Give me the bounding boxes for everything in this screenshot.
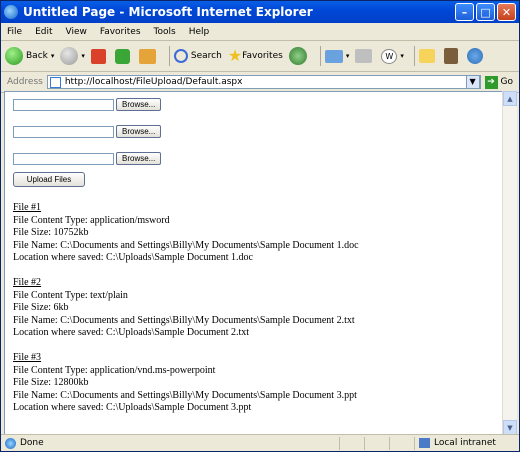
file-name: File Name: C:\Documents and Settings\Bil… (13, 314, 355, 326)
file-info-1: File #1 File Content Type: application/m… (13, 202, 359, 265)
file-size: File Size: 10752kb (13, 227, 89, 238)
go-arrow-icon: ➔ (484, 75, 498, 89)
file-info-2: File #2 File Content Type: text/plain Fi… (13, 277, 355, 340)
title-bar: Untitled Page - Microsoft Internet Explo… (1, 1, 519, 23)
refresh-icon (114, 48, 130, 64)
address-input[interactable]: http://localhost/FileUpload/Default.aspx… (46, 75, 481, 89)
search-label: Search (190, 51, 222, 61)
forward-arrow-icon (60, 47, 79, 65)
research-icon (443, 48, 458, 64)
file-name: File Name: C:\Documents and Settings\Bil… (13, 389, 357, 401)
page-done-icon (5, 437, 16, 449)
menu-view[interactable]: View (66, 27, 87, 37)
mail-button[interactable]: ▾ (324, 49, 349, 63)
star-icon: ★ (227, 46, 243, 65)
folder-icon (418, 49, 435, 63)
menu-edit[interactable]: Edit (35, 27, 52, 37)
toolbar: Back ▾ ▾ Search ★ Favorites ▾ W ▾ (1, 41, 519, 72)
refresh-button[interactable] (114, 48, 133, 64)
page-icon (49, 76, 61, 88)
back-label: Back (26, 51, 48, 61)
menu-file[interactable]: File (7, 27, 22, 37)
search-button[interactable]: Search (173, 49, 222, 63)
media-icon (288, 47, 307, 65)
file-saved-location: Location where saved: C:\Uploads\Sample … (13, 252, 253, 263)
printer-icon (355, 49, 373, 63)
home-icon (138, 48, 156, 64)
status-cell (339, 436, 364, 450)
toolbar-separator (319, 46, 321, 66)
minimize-button[interactable]: – (455, 3, 474, 21)
favorites-button[interactable]: ★ Favorites (228, 48, 283, 64)
intranet-icon (419, 438, 430, 448)
file-header: File #1 (13, 202, 42, 213)
messenger-icon (466, 48, 483, 64)
address-label: Address (7, 77, 43, 87)
scroll-up-icon[interactable]: ▲ (503, 91, 517, 106)
folder-button[interactable] (418, 49, 438, 63)
menu-favorites[interactable]: Favorites (100, 27, 141, 37)
browse-button-1[interactable]: Browse... (116, 98, 162, 111)
scroll-down-icon[interactable]: ▼ (503, 420, 517, 435)
zone-label: Local intranet (434, 438, 496, 448)
file-header: File #2 (13, 277, 42, 288)
browse-button-2[interactable]: Browse... (116, 125, 162, 138)
toolbar-separator (168, 46, 170, 66)
vertical-scrollbar[interactable]: ▲ ▼ (502, 91, 517, 435)
status-bar: Done Local intranet (1, 434, 519, 451)
file-saved-location: Location where saved: C:\Uploads\Sample … (13, 327, 250, 338)
file-path-input-1[interactable] (13, 98, 114, 111)
back-button[interactable]: Back ▾ (5, 47, 54, 65)
go-label: Go (500, 77, 513, 87)
forward-button[interactable]: ▾ (60, 47, 85, 65)
media-button[interactable] (288, 47, 310, 65)
back-arrow-icon (5, 47, 23, 65)
address-dropdown-icon[interactable]: ▼ (465, 75, 480, 89)
browse-button-3[interactable]: Browse... (116, 152, 162, 165)
home-button[interactable] (138, 48, 159, 64)
search-icon (173, 49, 188, 63)
file-upload-row-1: Browse... (13, 98, 162, 111)
menu-bar: File Edit View Favorites Tools Help (1, 23, 519, 41)
file-upload-row-3: Browse... (13, 152, 162, 165)
menu-tools[interactable]: Tools (154, 27, 176, 37)
upload-files-button[interactable]: Upload Files (13, 172, 85, 187)
toolbar-separator (413, 46, 415, 66)
page-content: Browse... Browse... Browse... Upload Fil… (4, 91, 504, 435)
address-bar: Address http://localhost/FileUpload/Defa… (1, 72, 519, 93)
status-text: Done (20, 438, 44, 448)
print-button[interactable] (355, 49, 375, 63)
security-zone: Local intranet (414, 436, 519, 450)
word-icon: W (381, 48, 398, 64)
mail-icon (324, 49, 343, 63)
file-content-type: File Content Type: application/msword (13, 214, 170, 226)
address-url: http://localhost/FileUpload/Default.aspx (64, 77, 243, 87)
messenger-button[interactable] (466, 48, 486, 64)
file-content-type: File Content Type: text/plain (13, 289, 128, 301)
file-header: File #3 (13, 352, 42, 363)
window-title: Untitled Page - Microsoft Internet Explo… (23, 5, 313, 19)
file-upload-row-2: Browse... (13, 125, 162, 138)
maximize-button[interactable]: □ (476, 3, 495, 21)
browser-window: Untitled Page - Microsoft Internet Explo… (0, 0, 520, 452)
file-path-input-2[interactable] (13, 125, 114, 138)
file-name: File Name: C:\Documents and Settings\Bil… (13, 239, 359, 251)
go-button[interactable]: ➔ Go (484, 75, 513, 89)
file-content-type: File Content Type: application/vnd.ms-po… (13, 364, 216, 376)
file-size: File Size: 12800kb (13, 377, 89, 388)
status-cell (364, 436, 389, 450)
edit-button[interactable]: W ▾ (381, 48, 404, 64)
close-button[interactable]: ✕ (497, 3, 516, 21)
stop-icon (90, 48, 106, 64)
status-cell (389, 436, 414, 450)
research-button[interactable] (443, 48, 461, 64)
file-path-input-3[interactable] (13, 152, 114, 165)
file-saved-location: Location where saved: C:\Uploads\Sample … (13, 402, 252, 413)
favorites-label: Favorites (242, 51, 283, 61)
ie-icon (4, 5, 18, 19)
file-size: File Size: 6kb (13, 302, 69, 313)
file-info-3: File #3 File Content Type: application/v… (13, 352, 357, 415)
stop-button[interactable] (90, 48, 109, 64)
menu-help[interactable]: Help (189, 27, 210, 37)
